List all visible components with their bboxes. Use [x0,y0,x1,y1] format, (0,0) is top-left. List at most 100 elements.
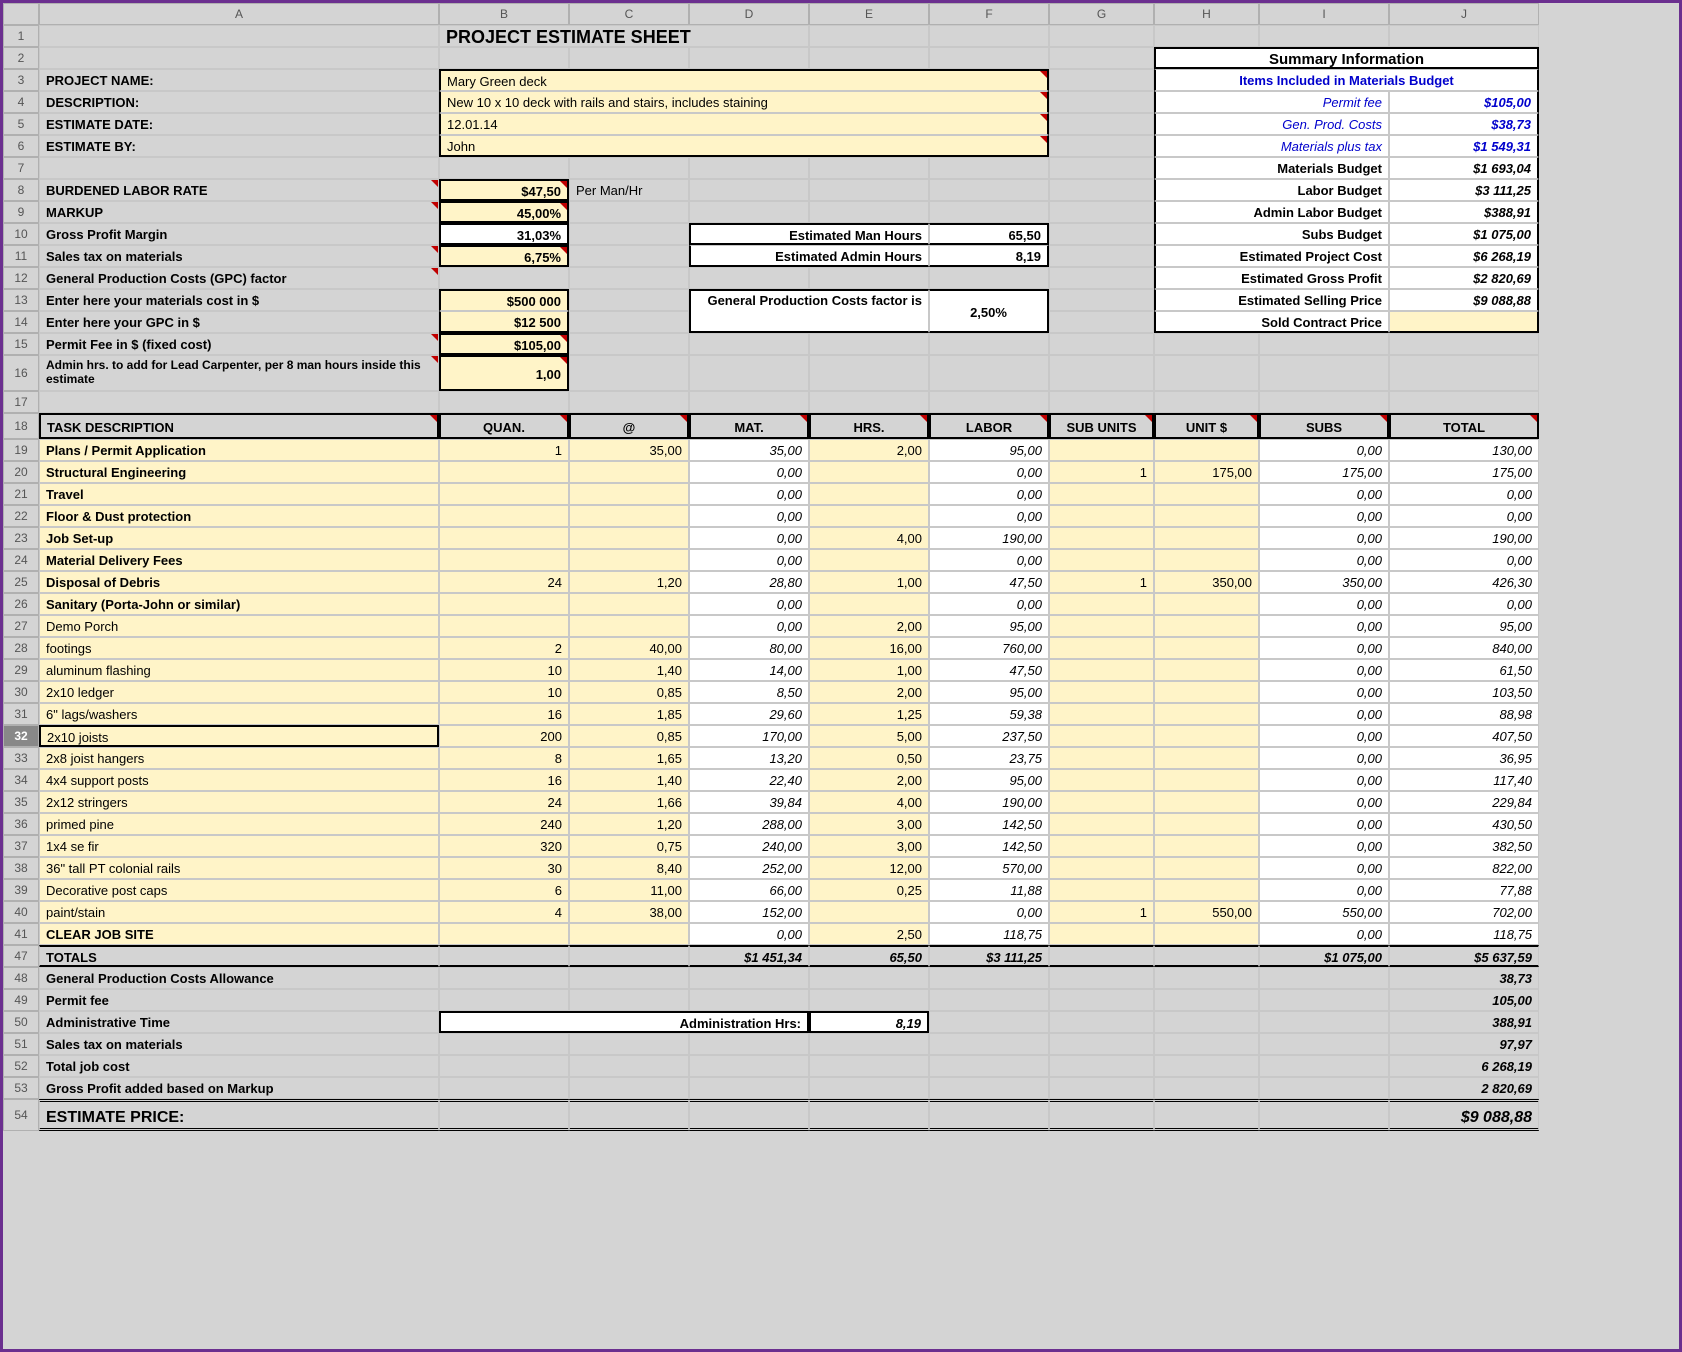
bg-cell[interactable] [439,1077,569,1099]
task-su[interactable] [1049,439,1154,461]
row-header-40[interactable]: 40 [3,901,39,923]
row-header-23[interactable]: 23 [3,527,39,549]
task-up[interactable] [1154,835,1259,857]
task-at[interactable]: 40,00 [569,637,689,659]
bg-cell[interactable] [1049,179,1154,201]
task-q[interactable]: 24 [439,571,569,593]
row-header-25[interactable]: 25 [3,571,39,593]
task-desc[interactable]: 2x8 joist hangers [39,747,439,769]
row-header-33[interactable]: 33 [3,747,39,769]
bg-cell[interactable] [1049,333,1154,355]
row-header-22[interactable]: 22 [3,505,39,527]
cell[interactable] [689,1099,809,1131]
bg-cell[interactable] [1389,391,1539,413]
task-desc[interactable]: Material Delivery Fees [39,549,439,571]
task-q[interactable] [439,483,569,505]
bg-cell[interactable] [569,1055,689,1077]
task-up[interactable] [1154,791,1259,813]
task-desc[interactable]: Demo Porch [39,615,439,637]
task-up[interactable]: 350,00 [1154,571,1259,593]
task-at[interactable]: 1,20 [569,813,689,835]
task-up[interactable]: 175,00 [1154,461,1259,483]
task-at[interactable] [569,593,689,615]
task-h[interactable] [809,901,929,923]
bg-cell[interactable] [439,47,569,69]
bg-cell[interactable] [569,967,689,989]
bg-cell[interactable] [929,1033,1049,1055]
bg-cell[interactable] [809,1033,929,1055]
task-h[interactable]: 0,25 [809,879,929,901]
row-header-10[interactable]: 10 [3,223,39,245]
task-su[interactable] [1049,659,1154,681]
task-up[interactable] [1154,769,1259,791]
task-h[interactable]: 2,00 [809,681,929,703]
row-header-53[interactable]: 53 [3,1077,39,1099]
bg-cell[interactable] [1049,245,1154,267]
input-burdened[interactable]: $47,50 [439,179,569,201]
row-header-16[interactable]: 16 [3,355,39,391]
task-q[interactable]: 8 [439,747,569,769]
bg-cell[interactable] [1049,267,1154,289]
bg-cell[interactable] [1259,967,1389,989]
task-up[interactable] [1154,813,1259,835]
bg-cell[interactable] [439,967,569,989]
task-desc[interactable]: 6" lags/washers [39,703,439,725]
task-su[interactable] [1049,725,1154,747]
task-q[interactable] [439,549,569,571]
row-header-19[interactable]: 19 [3,439,39,461]
task-desc[interactable]: 36" tall PT colonial rails [39,857,439,879]
row-header-47[interactable]: 47 [3,945,39,967]
bg-cell[interactable] [689,967,809,989]
input-permit[interactable]: $105,00 [439,333,569,355]
bg-cell[interactable] [1049,201,1154,223]
col-header-C[interactable]: C [569,3,689,25]
task-h[interactable]: 4,00 [809,527,929,549]
task-h[interactable]: 1,00 [809,659,929,681]
bg-cell[interactable] [689,267,809,289]
bg-cell[interactable] [809,391,929,413]
bg-cell[interactable] [439,989,569,1011]
task-desc[interactable]: Disposal of Debris [39,571,439,593]
task-desc[interactable]: primed pine [39,813,439,835]
bg-cell[interactable] [569,289,689,311]
task-up[interactable] [1154,659,1259,681]
task-su[interactable] [1049,835,1154,857]
row-header-13[interactable]: 13 [3,289,39,311]
bg-cell[interactable] [569,157,689,179]
col-header-I[interactable]: I [1259,3,1389,25]
bg-cell[interactable] [929,355,1049,391]
task-h[interactable]: 12,00 [809,857,929,879]
bg-cell[interactable] [1259,1055,1389,1077]
task-up[interactable] [1154,483,1259,505]
cell[interactable] [439,1099,569,1131]
bg-cell[interactable] [1154,989,1259,1011]
bg-cell[interactable] [1154,333,1259,355]
task-h[interactable]: 2,00 [809,615,929,637]
task-up[interactable]: 550,00 [1154,901,1259,923]
task-h[interactable]: 2,00 [809,769,929,791]
task-at[interactable]: 1,40 [569,769,689,791]
task-su[interactable] [1049,769,1154,791]
row-header-48[interactable]: 48 [3,967,39,989]
bg-cell[interactable] [1049,91,1154,113]
bg-cell[interactable] [929,1077,1049,1099]
bg-cell[interactable] [1259,391,1389,413]
bg-cell[interactable] [929,267,1049,289]
task-h[interactable]: 3,00 [809,835,929,857]
bg-cell[interactable] [809,355,929,391]
task-up[interactable] [1154,681,1259,703]
bg-cell[interactable] [569,47,689,69]
row-header-52[interactable]: 52 [3,1055,39,1077]
row-header-54[interactable]: 54 [3,1099,39,1131]
bg-cell[interactable] [809,201,929,223]
bg-cell[interactable] [39,391,439,413]
row-header-14[interactable]: 14 [3,311,39,333]
bg-cell[interactable] [1049,1077,1154,1099]
input-gpc2[interactable]: $12 500 [439,311,569,333]
row-header-3[interactable]: 3 [3,69,39,91]
task-h[interactable]: 1,25 [809,703,929,725]
bg-cell[interactable] [1259,1033,1389,1055]
input-description[interactable]: New 10 x 10 deck with rails and stairs, … [439,91,1049,113]
task-desc[interactable]: CLEAR JOB SITE [39,923,439,945]
bg-cell[interactable] [439,1055,569,1077]
